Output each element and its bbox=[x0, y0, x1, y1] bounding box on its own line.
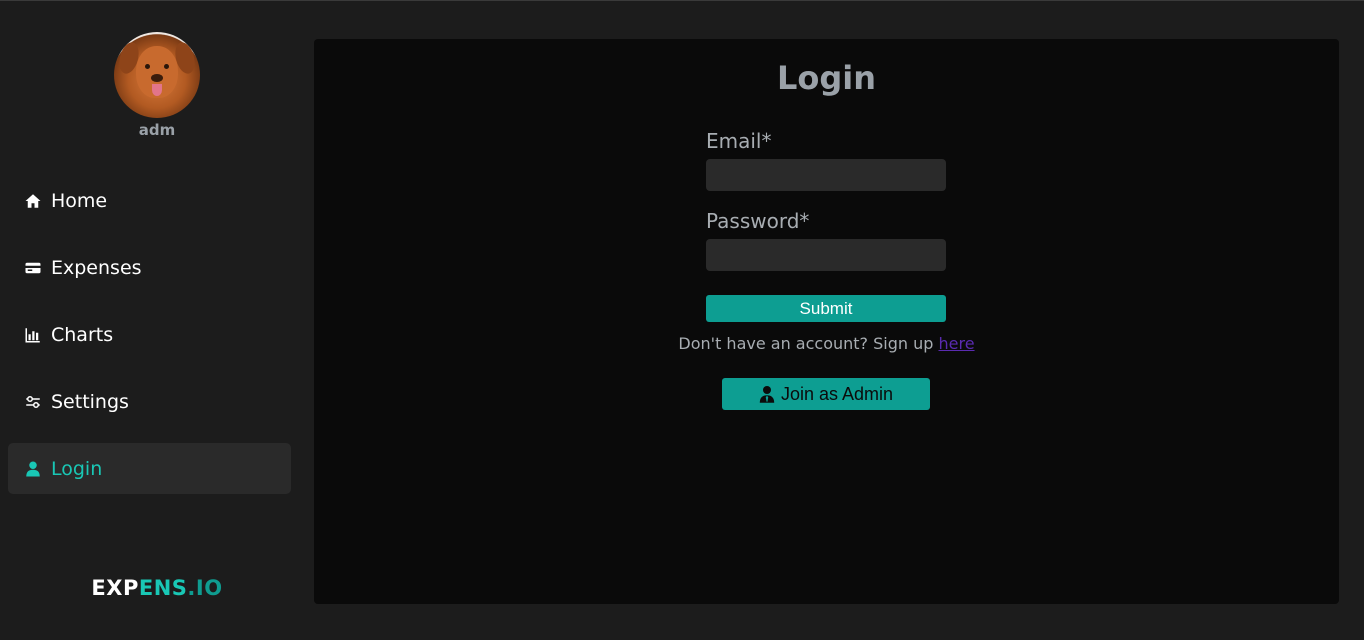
join-as-admin-button[interactable]: Join as Admin bbox=[722, 378, 930, 410]
password-field[interactable] bbox=[706, 239, 946, 271]
signup-text: Don't have an account? Sign up bbox=[678, 334, 939, 353]
avatar-eye bbox=[164, 64, 169, 69]
user-tie-icon bbox=[759, 386, 775, 403]
avatar[interactable] bbox=[114, 32, 200, 118]
signup-link[interactable]: here bbox=[939, 334, 975, 353]
sidebar-item-label: Expenses bbox=[51, 256, 142, 279]
avatar-nose bbox=[151, 74, 163, 82]
submit-button[interactable]: Submit bbox=[706, 295, 946, 322]
email-field[interactable] bbox=[706, 159, 946, 191]
sidebar-item-label: Login bbox=[51, 457, 103, 480]
bar-chart-icon bbox=[24, 326, 42, 344]
user-icon bbox=[24, 460, 42, 478]
avatar-eye bbox=[145, 64, 150, 69]
sidebar-item-home[interactable]: Home bbox=[8, 175, 291, 226]
password-label: Password* bbox=[706, 209, 810, 233]
sidebar-item-settings[interactable]: Settings bbox=[8, 376, 291, 427]
brand-logo: EXPENS.IO bbox=[0, 576, 314, 600]
sidebar-item-label: Home bbox=[51, 189, 108, 212]
sidebar-item-login[interactable]: Login bbox=[8, 443, 291, 494]
credit-card-icon bbox=[24, 259, 42, 277]
sidebar-item-label: Settings bbox=[51, 390, 129, 413]
sliders-icon bbox=[24, 393, 42, 411]
signup-prompt: Don't have an account? Sign up here bbox=[314, 334, 1339, 353]
home-icon bbox=[24, 192, 42, 210]
login-form: Email* Password* Submit bbox=[706, 129, 946, 322]
sidebar-item-charts[interactable]: Charts bbox=[8, 309, 291, 360]
avatar-face bbox=[136, 46, 178, 98]
brand-part: EXP bbox=[91, 576, 139, 600]
brand-part: ENS bbox=[138, 576, 188, 600]
sidebar-nav: Home Expenses Charts Settings Login bbox=[8, 175, 291, 510]
email-label: Email* bbox=[706, 129, 772, 153]
username: adm bbox=[138, 121, 176, 139]
page-title: Login bbox=[776, 59, 877, 97]
sidebar: adm Home Expenses Charts Settings Login … bbox=[0, 0, 300, 640]
sidebar-item-expenses[interactable]: Expenses bbox=[8, 242, 291, 293]
brand-part: .IO bbox=[187, 576, 223, 600]
join-as-admin-label: Join as Admin bbox=[780, 383, 894, 404]
sidebar-item-label: Charts bbox=[51, 323, 114, 346]
avatar-tongue bbox=[152, 84, 162, 96]
main-panel: Login Email* Password* Submit Don't have… bbox=[314, 39, 1339, 604]
